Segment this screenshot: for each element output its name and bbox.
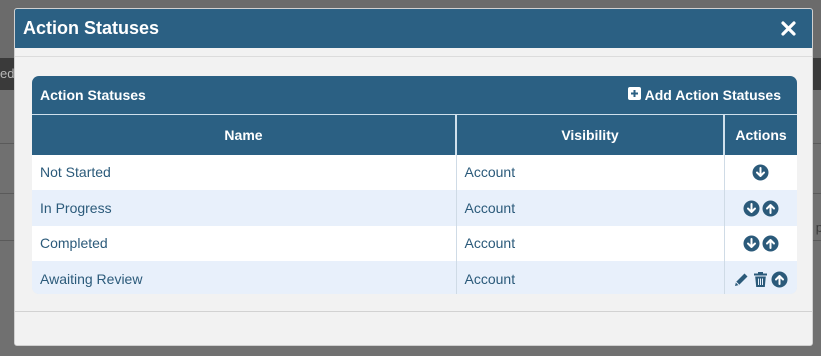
move-up-icon[interactable] bbox=[762, 235, 779, 252]
background-text-fragment: ed bbox=[0, 66, 15, 81]
table-row: In Progress Account bbox=[32, 190, 797, 226]
row-actions bbox=[724, 154, 797, 190]
status-visibility: Account bbox=[456, 154, 725, 190]
column-header-visibility[interactable]: Visibility bbox=[456, 114, 725, 155]
table-row: Completed Account bbox=[32, 225, 797, 261]
move-down-icon[interactable] bbox=[752, 164, 769, 181]
status-name[interactable]: Completed bbox=[32, 225, 457, 261]
move-up-icon[interactable] bbox=[771, 271, 788, 288]
status-name[interactable]: In Progress bbox=[32, 190, 457, 226]
panel-title: Action Statuses bbox=[40, 87, 146, 103]
modal-body: Action Statuses Add Action Statuses Name… bbox=[15, 56, 812, 313]
status-visibility: Account bbox=[456, 190, 725, 226]
move-down-icon[interactable] bbox=[743, 200, 760, 217]
row-actions bbox=[724, 225, 797, 261]
modal-header: Action Statuses bbox=[15, 9, 812, 48]
add-button-label: Add Action Statuses bbox=[644, 87, 781, 103]
close-icon[interactable] bbox=[780, 21, 796, 37]
column-header-name[interactable]: Name bbox=[32, 114, 457, 155]
status-visibility: Account bbox=[456, 261, 725, 294]
modal-title: Action Statuses bbox=[23, 18, 160, 38]
table-row: Awaiting Review Account bbox=[32, 261, 797, 294]
table-row: Not Started Account bbox=[32, 154, 797, 190]
add-action-statuses-button[interactable]: Add Action Statuses bbox=[627, 87, 781, 103]
status-visibility: Account bbox=[456, 225, 725, 261]
status-name[interactable]: Awaiting Review bbox=[32, 261, 457, 294]
panel-heading: Action Statuses Add Action Statuses bbox=[32, 76, 797, 114]
action-statuses-modal: Action Statuses Action Statuses Add Acti… bbox=[14, 8, 813, 346]
status-name[interactable]: Not Started bbox=[32, 154, 457, 190]
edit-icon[interactable] bbox=[733, 271, 750, 288]
row-actions bbox=[724, 190, 797, 226]
move-down-icon[interactable] bbox=[743, 235, 760, 252]
background-text-fragment-right: p bbox=[815, 220, 821, 235]
modal-footer bbox=[15, 311, 812, 345]
row-actions bbox=[724, 261, 797, 294]
action-statuses-panel: Action Statuses Add Action Statuses Name… bbox=[32, 76, 797, 294]
table-header-row: Name Visibility Actions bbox=[32, 114, 797, 155]
delete-icon[interactable] bbox=[752, 271, 769, 288]
action-statuses-table: Name Visibility Actions Not Started Acco… bbox=[32, 114, 797, 294]
move-up-icon[interactable] bbox=[762, 200, 779, 217]
column-header-actions: Actions bbox=[724, 114, 797, 155]
plus-square-icon bbox=[627, 87, 641, 103]
